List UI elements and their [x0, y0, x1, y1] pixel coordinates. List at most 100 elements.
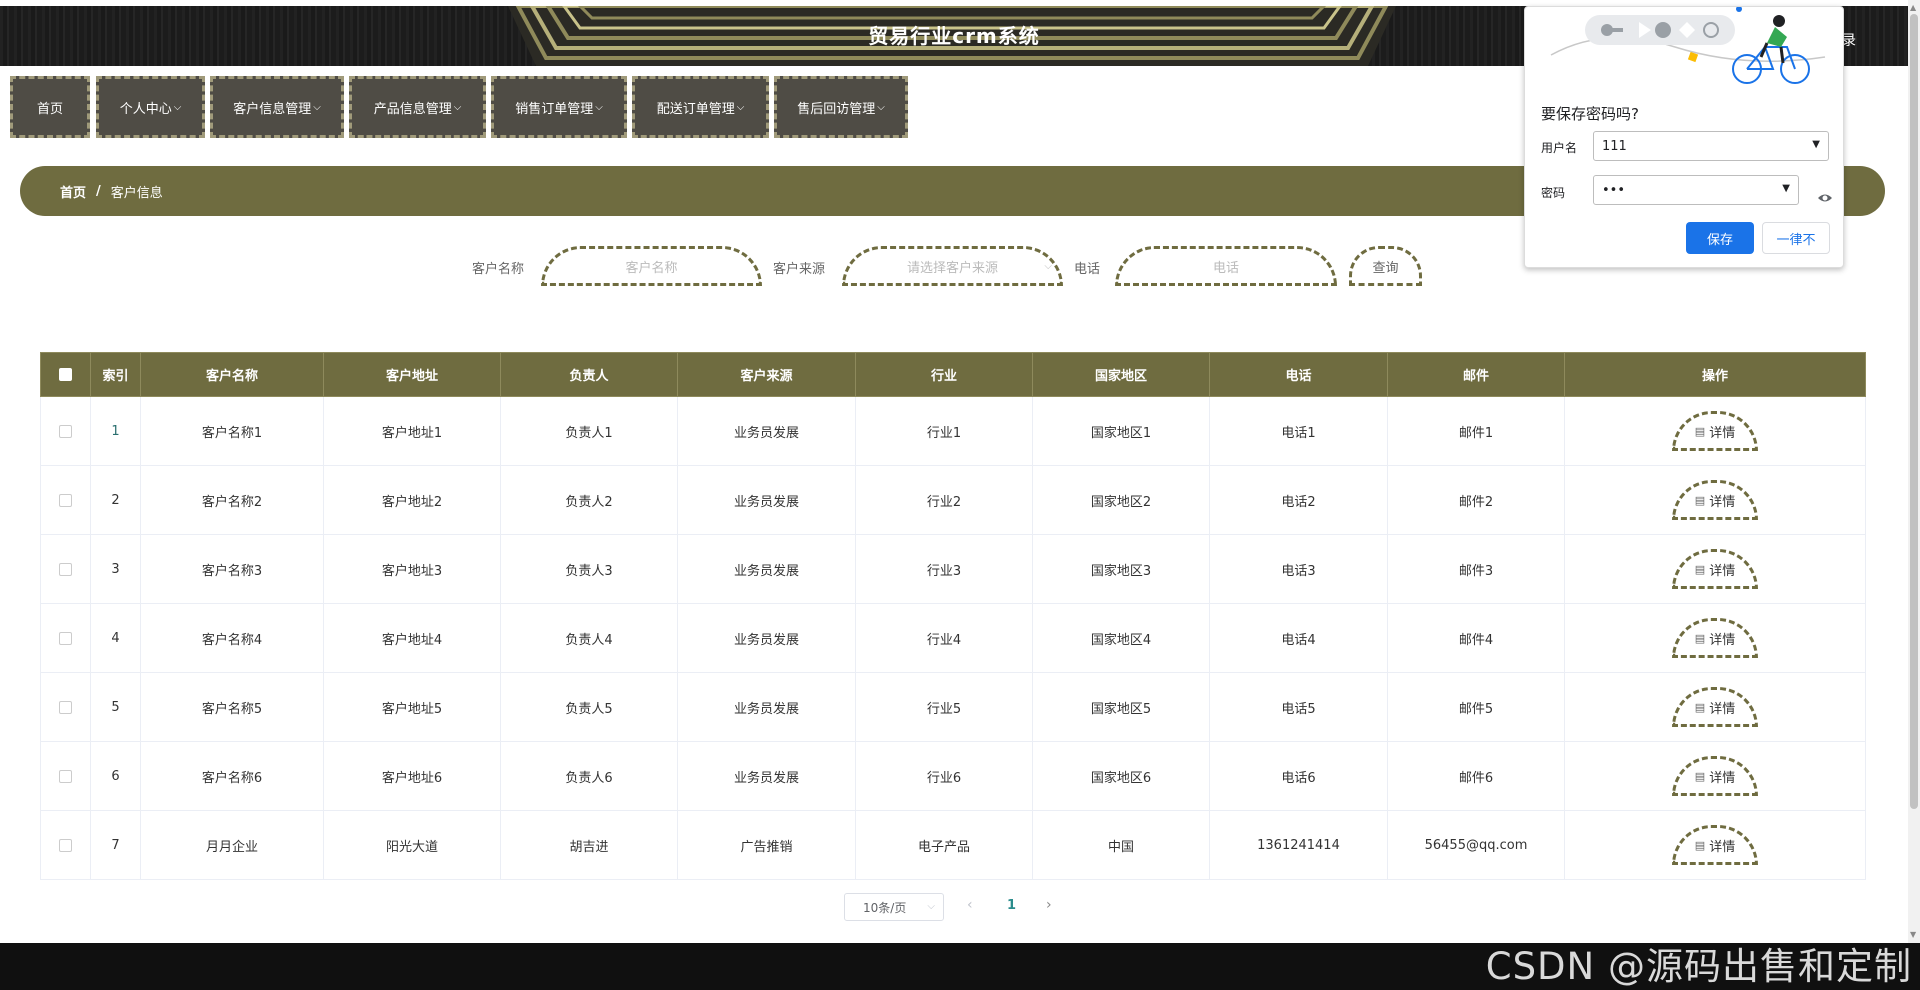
detail-button[interactable]: ▤ 详情	[1672, 480, 1758, 520]
select-all-checkbox[interactable]	[59, 368, 72, 381]
select-all-cell	[40, 352, 91, 397]
username-value: 111	[1602, 138, 1627, 154]
cell-owner: 胡吉进	[500, 810, 678, 880]
customer-source-select[interactable]: 请选择客户来源 ⌵	[842, 246, 1063, 286]
chevron-down-icon: ⌵	[736, 101, 745, 113]
cell-email: 邮件4	[1387, 603, 1565, 673]
row-index: 1	[90, 396, 141, 466]
column-header: 行业	[855, 352, 1033, 397]
cell-phone: 电话1	[1209, 396, 1388, 466]
next-page-button[interactable]: ›	[1046, 897, 1052, 913]
detail-label: 详情	[1709, 839, 1736, 855]
cell-customer-name: 客户名称2	[140, 465, 324, 535]
cell-email: 邮件6	[1387, 741, 1565, 811]
save-password-popup: 要保存密码吗? 用户名 111 ▼ 密码 ••• ▼ 保存 一律不	[1524, 6, 1844, 268]
detail-button[interactable]: ▤ 详情	[1672, 756, 1758, 796]
cell-region: 国家地区3	[1032, 534, 1210, 604]
detail-label: 详情	[1709, 701, 1736, 717]
cell-industry: 行业4	[855, 603, 1033, 673]
cell-region: 国家地区4	[1032, 603, 1210, 673]
dropdown-arrow-icon[interactable]: ▼	[1812, 139, 1820, 150]
nav-item-label: 销售订单管理	[515, 101, 594, 117]
detail-button[interactable]: ▤ 详情	[1672, 411, 1758, 451]
phone-input[interactable]: 电话	[1115, 246, 1337, 286]
scroll-thumb[interactable]	[1910, 14, 1918, 809]
cell-owner: 负责人1	[500, 396, 678, 466]
cell-region: 国家地区2	[1032, 465, 1210, 535]
table-row[interactable]: 1 客户名称1 客户地址1 负责人1 业务员发展 行业1 国家地区1 电话1 邮…	[40, 396, 1866, 466]
cell-industry: 行业2	[855, 465, 1033, 535]
cell-source: 业务员发展	[677, 672, 856, 742]
detail-button[interactable]: ▤ 详情	[1672, 549, 1758, 589]
scroll-up-arrow-icon[interactable]: ▲	[1910, 3, 1916, 12]
save-password-button[interactable]: 保存	[1686, 222, 1754, 254]
prev-page-button[interactable]: ‹	[967, 897, 973, 913]
cell-phone: 电话6	[1209, 741, 1388, 811]
table-row[interactable]: 3 客户名称3 客户地址3 负责人3 业务员发展 行业3 国家地区3 电话3 邮…	[40, 534, 1866, 604]
table-row[interactable]: 5 客户名称5 客户地址5 负责人5 业务员发展 行业5 国家地区5 电话5 邮…	[40, 672, 1866, 742]
cell-email: 邮件5	[1387, 672, 1565, 742]
row-index: 5	[90, 672, 141, 742]
row-checkbox[interactable]	[59, 769, 72, 783]
column-header: 客户来源	[677, 352, 856, 397]
cell-source: 业务员发展	[677, 465, 856, 535]
bicycle-illustration	[1550, 7, 1826, 84]
table-row[interactable]: 6 客户名称6 客户地址6 负责人6 业务员发展 行业6 国家地区6 电话6 邮…	[40, 741, 1866, 811]
nav-item-label: 配送订单管理	[656, 101, 735, 117]
table-row[interactable]: 2 客户名称2 客户地址2 负责人2 业务员发展 行业2 国家地区2 电话2 邮…	[40, 465, 1866, 535]
row-checkbox[interactable]	[59, 562, 72, 576]
nav-item-personal-center[interactable]: 个人中心 ⌵	[96, 76, 205, 138]
page-size-select[interactable]: 10条/页 ⌵	[844, 893, 944, 921]
nav-item-home[interactable]: 首页	[10, 76, 90, 138]
nav-item-customer-info[interactable]: 客户信息管理 ⌵	[210, 76, 344, 138]
row-index: 2	[90, 465, 141, 535]
table-row[interactable]: 4 客户名称4 客户地址4 负责人4 业务员发展 行业4 国家地区4 电话4 邮…	[40, 603, 1866, 673]
query-button[interactable]: 查询	[1349, 246, 1422, 286]
detail-label: 详情	[1709, 494, 1736, 510]
row-select-cell	[40, 396, 91, 466]
row-checkbox[interactable]	[59, 838, 72, 852]
nav-item-after-sales[interactable]: 售后回访管理 ⌵	[774, 76, 908, 138]
nav-item-delivery-order[interactable]: 配送订单管理 ⌵	[632, 76, 769, 138]
column-header: 电话	[1209, 352, 1388, 397]
column-header: 操作	[1564, 352, 1866, 397]
cell-owner: 负责人6	[500, 741, 678, 811]
breadcrumb-separator: /	[96, 183, 101, 199]
table-row[interactable]: 7 月月企业 阳光大道 胡吉进 广告推销 电子产品 中国 1361241414 …	[40, 810, 1866, 880]
cell-email: 56455@qq.com	[1387, 810, 1565, 880]
cell-source: 广告推销	[677, 810, 856, 880]
cell-actions: ▤ 详情	[1564, 603, 1866, 673]
customer-name-input[interactable]: 客户名称	[541, 246, 762, 286]
vertical-scrollbar[interactable]: ▲ ▼	[1908, 0, 1920, 943]
row-checkbox[interactable]	[59, 631, 72, 645]
page-number-current[interactable]: 1	[1007, 898, 1016, 913]
cell-actions: ▤ 详情	[1564, 810, 1866, 880]
document-icon: ▤	[1694, 838, 1706, 852]
row-checkbox[interactable]	[59, 424, 72, 438]
pagination: 10条/页 ⌵ ‹ 1 ›	[0, 893, 1908, 923]
never-save-button[interactable]: 一律不	[1762, 222, 1830, 254]
password-label: 密码	[1541, 186, 1566, 200]
row-checkbox[interactable]	[59, 700, 72, 714]
breadcrumb-current: 客户信息	[110, 185, 163, 201]
document-icon: ▤	[1694, 562, 1706, 576]
row-index: 6	[90, 741, 141, 811]
row-checkbox[interactable]	[59, 493, 72, 507]
detail-button[interactable]: ▤ 详情	[1672, 618, 1758, 658]
cell-customer-name: 客户名称5	[140, 672, 324, 742]
detail-button[interactable]: ▤ 详情	[1672, 687, 1758, 727]
cell-phone: 电话3	[1209, 534, 1388, 604]
dropdown-arrow-icon[interactable]: ▼	[1782, 183, 1790, 194]
row-index: 4	[90, 603, 141, 673]
password-field[interactable]: ••• ▼	[1593, 175, 1799, 205]
customer-name-label: 客户名称	[472, 262, 525, 277]
nav-item-product-info[interactable]: 产品信息管理 ⌵	[349, 76, 486, 138]
eye-icon[interactable]	[1817, 190, 1833, 206]
detail-button[interactable]: ▤ 详情	[1672, 825, 1758, 865]
nav-item-sales-order[interactable]: 销售订单管理 ⌵	[491, 76, 627, 138]
username-field[interactable]: 111 ▼	[1593, 131, 1829, 161]
column-header: 邮件	[1387, 352, 1565, 397]
cell-email: 邮件3	[1387, 534, 1565, 604]
breadcrumb-home[interactable]: 首页	[60, 182, 86, 201]
nav-item-label: 售后回访管理	[797, 101, 876, 117]
